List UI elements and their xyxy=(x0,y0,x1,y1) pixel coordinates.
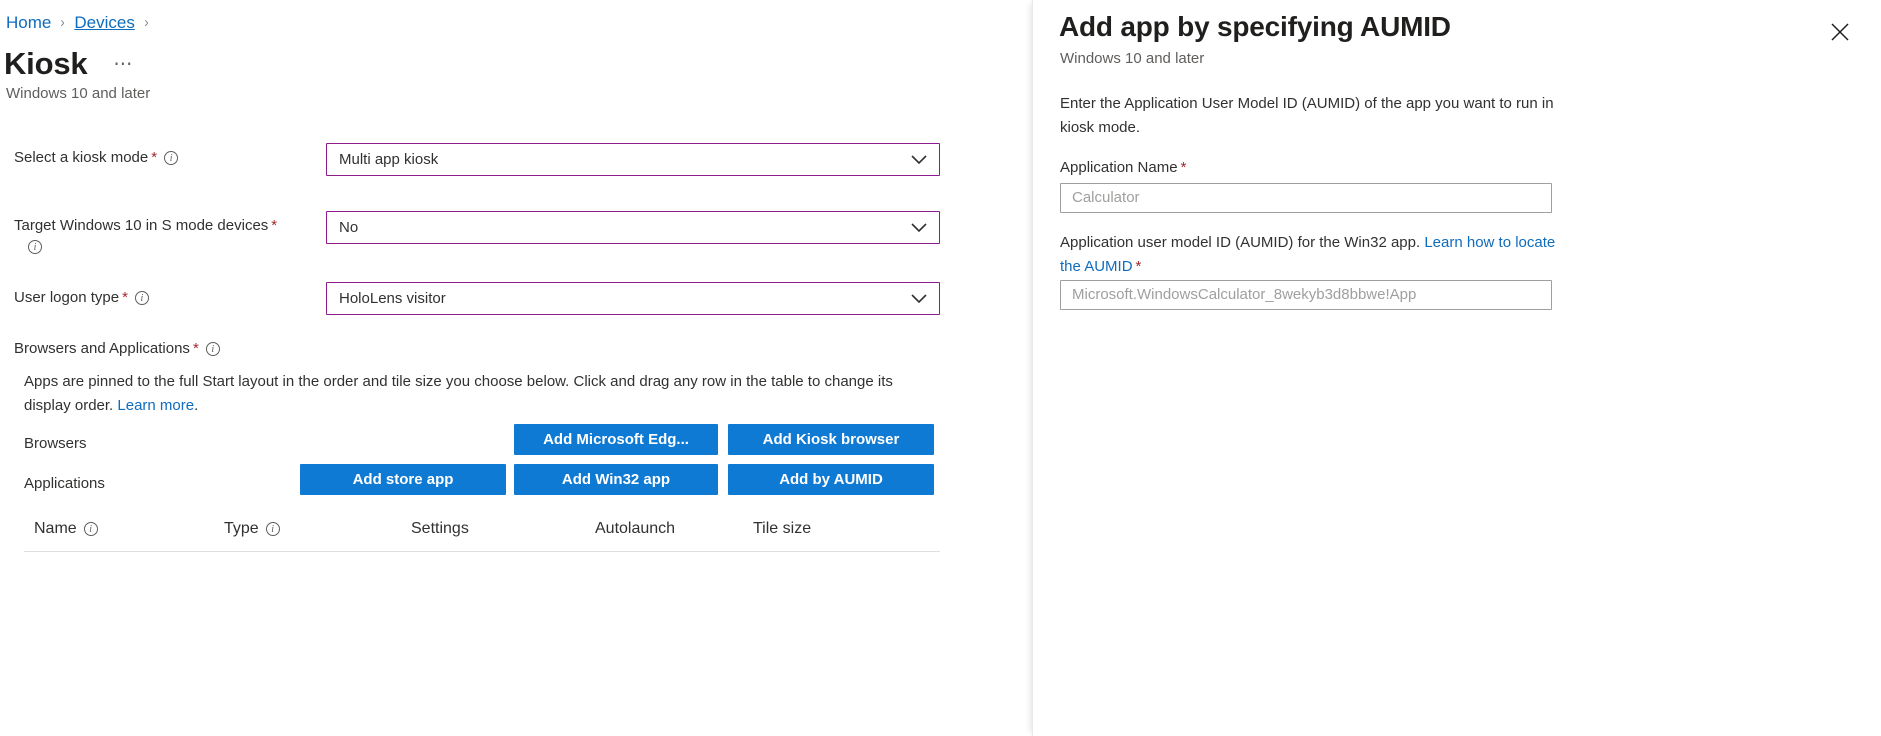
info-icon[interactable]: i xyxy=(135,291,149,305)
column-header-tile-size: Tile size xyxy=(753,518,811,540)
more-options-icon[interactable]: ⋯ xyxy=(113,53,133,76)
info-icon[interactable]: i xyxy=(266,522,280,536)
page-subtitle: Windows 10 and later xyxy=(6,84,150,104)
column-header-settings: Settings xyxy=(411,518,469,540)
column-header-autolaunch: Autolaunch xyxy=(595,518,675,540)
section-description: Apps are pinned to the full Start layout… xyxy=(24,370,924,418)
page-title-row: Kiosk ⋯ xyxy=(4,44,133,84)
field-label-text: Target Windows 10 in S mode devices xyxy=(14,217,268,234)
required-marker: * xyxy=(271,217,277,234)
required-marker: * xyxy=(1136,258,1142,275)
row-label-browsers: Browsers xyxy=(24,433,87,454)
chevron-down-icon xyxy=(899,223,939,233)
panel-label-application-name-text: Application Name xyxy=(1060,159,1178,176)
panel-label-application-name: Application Name* xyxy=(1060,156,1560,180)
column-header-type: Typei xyxy=(224,518,280,540)
required-marker: * xyxy=(193,340,199,357)
panel-description: Enter the Application User Model ID (AUM… xyxy=(1060,92,1564,140)
chevron-down-icon xyxy=(899,294,939,304)
field-label-s-mode: Target Windows 10 in S mode devices* i xyxy=(14,215,314,257)
apps-table-header: Namei Typei Settings Autolaunch Tile siz… xyxy=(24,514,940,552)
chevron-down-icon xyxy=(899,155,939,165)
column-header-name-text: Name xyxy=(34,520,77,537)
panel-label-aumid-text: Application user model ID (AUMID) for th… xyxy=(1060,234,1424,251)
section-label-text: Browsers and Applications xyxy=(14,340,190,357)
breadcrumb-item-home[interactable]: Home xyxy=(6,12,51,34)
required-marker: * xyxy=(151,149,157,166)
required-marker: * xyxy=(1181,159,1187,176)
add-by-aumid-button[interactable]: Add by AUMID xyxy=(728,464,934,495)
dropdown-kiosk-mode-value: Multi app kiosk xyxy=(327,151,899,168)
breadcrumb-item-devices[interactable]: Devices xyxy=(74,12,134,34)
chevron-right-icon: › xyxy=(61,12,65,34)
learn-more-link[interactable]: Learn more xyxy=(117,397,194,414)
info-icon[interactable]: i xyxy=(84,522,98,536)
dropdown-s-mode[interactable]: No xyxy=(326,211,940,244)
kiosk-blade: Home › Devices › Kiosk ⋯ Windows 10 and … xyxy=(0,0,1032,736)
add-microsoft-edge-button[interactable]: Add Microsoft Edg... xyxy=(514,424,718,455)
row-label-applications: Applications xyxy=(24,473,105,494)
panel-subtitle: Windows 10 and later xyxy=(1060,49,1204,69)
field-label-kiosk-mode: Select a kiosk mode* i xyxy=(14,147,314,168)
column-header-name: Namei xyxy=(34,518,98,540)
breadcrumb: Home › Devices › xyxy=(6,12,158,34)
field-label-text: Select a kiosk mode xyxy=(14,149,148,166)
add-app-aumid-panel: Add app by specifying AUMID Windows 10 a… xyxy=(1032,0,1881,736)
panel-title: Add app by specifying AUMID xyxy=(1059,8,1451,46)
column-header-type-text: Type xyxy=(224,520,259,537)
close-icon[interactable] xyxy=(1825,17,1855,47)
aumid-input[interactable]: Microsoft.WindowsCalculator_8wekyb3d8bbw… xyxy=(1060,280,1552,310)
section-label-browsers-applications: Browsers and Applications* i xyxy=(14,338,220,359)
section-description-period: . xyxy=(194,397,198,414)
dropdown-s-mode-value: No xyxy=(327,219,899,236)
chevron-right-icon: › xyxy=(144,12,148,34)
dropdown-kiosk-mode[interactable]: Multi app kiosk xyxy=(326,143,940,176)
field-label-logon-type: User logon type* i xyxy=(14,287,314,308)
info-icon[interactable]: i xyxy=(164,151,178,165)
info-icon[interactable]: i xyxy=(206,342,220,356)
add-win32-app-button[interactable]: Add Win32 app xyxy=(514,464,718,495)
kiosk-configuration-page: Home › Devices › Kiosk ⋯ Windows 10 and … xyxy=(0,0,1881,736)
required-marker: * xyxy=(122,289,128,306)
dropdown-logon-type[interactable]: HoloLens visitor xyxy=(326,282,940,315)
add-kiosk-browser-button[interactable]: Add Kiosk browser xyxy=(728,424,934,455)
add-store-app-button[interactable]: Add store app xyxy=(300,464,506,495)
field-label-text: User logon type xyxy=(14,289,119,306)
panel-label-aumid: Application user model ID (AUMID) for th… xyxy=(1060,231,1562,279)
application-name-input[interactable]: Calculator xyxy=(1060,183,1552,213)
page-title: Kiosk xyxy=(4,44,87,84)
info-icon[interactable]: i xyxy=(28,240,42,254)
dropdown-logon-type-value: HoloLens visitor xyxy=(327,290,899,307)
